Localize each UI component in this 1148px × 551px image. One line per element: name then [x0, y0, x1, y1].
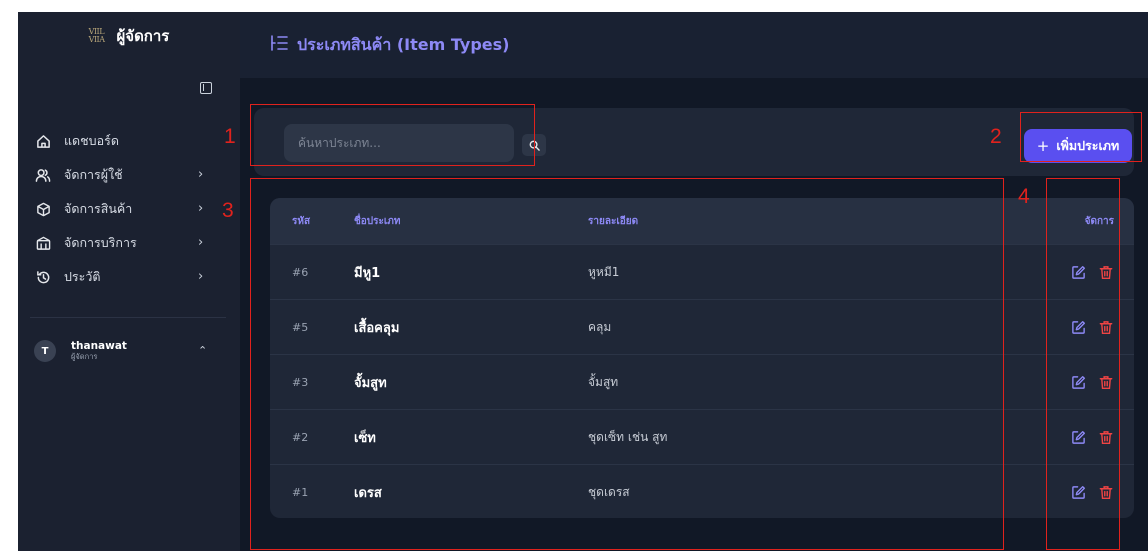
page-title: ประเภทสินค้า (Item Types) — [297, 34, 510, 54]
chevron-right-icon: › — [198, 201, 204, 216]
page-header: ประเภทสินค้า (Item Types) — [240, 12, 1148, 78]
sidebar-item-label: จัดการสินค้า — [64, 201, 133, 216]
chevron-right-icon: › — [198, 235, 204, 250]
service-icon — [34, 234, 52, 252]
box-icon — [34, 200, 52, 218]
annotation-box-4 — [1046, 178, 1120, 550]
list-icon — [270, 35, 288, 55]
sidebar-item-products[interactable]: จัดการสินค้า › — [18, 192, 240, 226]
chevron-right-icon: › — [198, 167, 204, 182]
annotation-box-1 — [250, 104, 535, 166]
annotation-label-2: 2 — [990, 125, 1002, 148]
sidebar-nav: แดชบอร์ด จัดการผู้ใช้ › จัดการสินค้า › จ… — [18, 124, 240, 294]
sidebar-item-label: ประวัติ — [64, 269, 101, 284]
sidebar-item-label: จัดการบริการ — [64, 235, 137, 250]
user-profile[interactable]: T thanawat ผู้จัดการ ⌃ — [34, 340, 207, 362]
brand: VIIL VIIA ผู้จัดการ — [18, 12, 240, 60]
annotation-label-4: 4 — [1018, 185, 1030, 208]
sidebar: VIIL VIIA ผู้จัดการ แดชบอร์ด จัดการผู้ใช้… — [18, 12, 240, 551]
sidebar-item-label: แดชบอร์ด — [64, 133, 119, 148]
brand-title: ผู้จัดการ — [116, 27, 170, 45]
chevron-up-icon[interactable]: ⌃ — [198, 344, 207, 357]
user-name: thanawat — [71, 340, 127, 352]
users-icon — [34, 166, 52, 184]
chevron-right-icon: › — [198, 269, 204, 284]
annotation-box-2 — [1020, 112, 1142, 162]
sidebar-item-users[interactable]: จัดการผู้ใช้ › — [18, 158, 240, 192]
annotation-label-1: 1 — [224, 125, 236, 148]
avatar: T — [34, 340, 56, 362]
annotation-box-3 — [250, 178, 1004, 550]
sidebar-item-dashboard[interactable]: แดชบอร์ด — [18, 124, 240, 158]
history-icon — [34, 268, 52, 286]
annotation-label-3: 3 — [222, 199, 234, 222]
sidebar-item-history[interactable]: ประวัติ › — [18, 260, 240, 294]
sidebar-divider — [30, 317, 226, 318]
home-icon — [34, 132, 52, 150]
sidebar-item-services[interactable]: จัดการบริการ › — [18, 226, 240, 260]
sidebar-collapse-icon[interactable] — [200, 82, 212, 94]
brand-logo: VIIL VIIA — [88, 27, 105, 44]
sidebar-item-label: จัดการผู้ใช้ — [64, 167, 123, 182]
user-role: ผู้จัดการ — [71, 352, 98, 361]
